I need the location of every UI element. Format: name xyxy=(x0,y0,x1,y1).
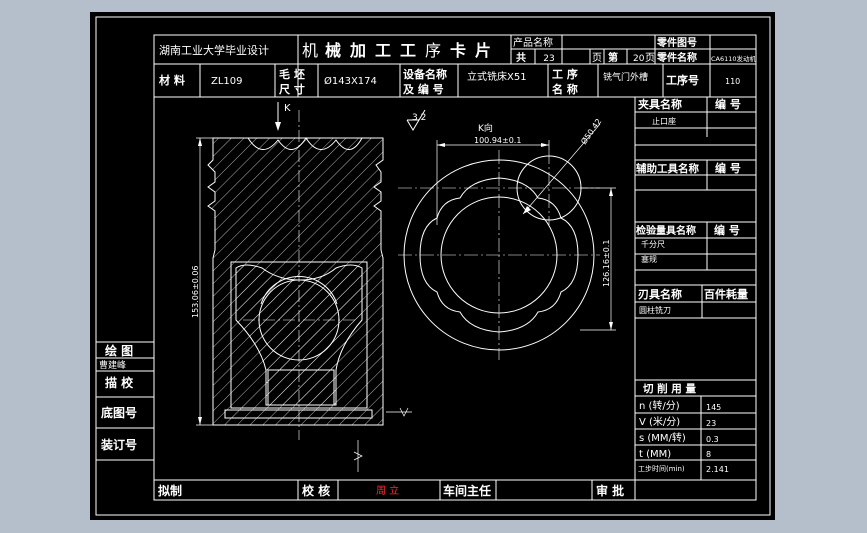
total-label: 共 xyxy=(516,51,526,64)
fixture-no-header: 编 号 xyxy=(715,97,741,111)
material-label: 材 料 xyxy=(159,73,185,87)
aux-tool-no-header: 编 号 xyxy=(715,161,741,175)
width-dimension: 100.94±0.1 xyxy=(474,136,521,145)
approval-label: 审 批 xyxy=(596,483,624,498)
view-arrow-label: K xyxy=(284,103,291,114)
base-drawing-label: 底图号 xyxy=(101,405,137,420)
gauge-no-header: 编 号 xyxy=(714,223,740,237)
gauge-item: 塞规 xyxy=(641,254,657,264)
part-drawing-label: 零件图号 xyxy=(656,36,697,49)
card-title-char: 工 xyxy=(400,41,416,60)
workshop-director-label: 车间主任 xyxy=(443,483,491,498)
gauge-name-header: 检验量具名称 xyxy=(636,224,696,237)
cut-param-value: 0.3 xyxy=(706,435,719,444)
page-number: 20 xyxy=(633,54,645,64)
process-no-value: 110 xyxy=(725,77,740,86)
blank-size-label-1: 毛 坯 xyxy=(279,67,305,81)
binding-label: 装订号 xyxy=(100,437,137,452)
drafter-label: 拟制 xyxy=(158,483,182,498)
cut-param-value: 8 xyxy=(706,450,711,459)
fixture-item: 止口座 xyxy=(652,116,676,126)
cut-param-label: 工步时间(min) xyxy=(638,464,685,473)
cut-param-label: s (MM/转) xyxy=(639,431,686,444)
cut-param-value: 23 xyxy=(706,419,716,428)
part-name-label: 零件名称 xyxy=(656,51,697,64)
school-name: 湖南工业大学毕业设计 xyxy=(159,43,269,57)
aux-tool-name-header: 辅助工具名称 xyxy=(636,162,699,175)
card-title-char: 械 xyxy=(325,41,341,60)
material-value: ZL109 xyxy=(211,76,243,87)
checker-signature: 周 立 xyxy=(376,484,399,497)
total-pages: 23 xyxy=(543,54,554,64)
cutter-consumption-header: 百件耗量 xyxy=(704,287,748,301)
cut-param-value: 145 xyxy=(706,403,721,412)
roughness-value: 3.2 xyxy=(412,113,426,123)
cutting-params-header: 切 削 用 量 xyxy=(643,382,696,395)
trace-label: 描 校 xyxy=(105,375,134,390)
process-card-drawing: 湖南工业大学毕业设计 机 械 加 工 工 序 卡 片 产品名称 零件图号 共 2… xyxy=(90,12,775,520)
part-name-value: CA6110发动机 xyxy=(711,54,757,63)
card-title-char: 卡 xyxy=(450,41,466,60)
process-name-value: 铣气门外槽 xyxy=(603,71,648,83)
page-label: 第 xyxy=(608,51,618,64)
cut-param-label: n (转/分) xyxy=(639,399,680,412)
gauge-item: 千分尺 xyxy=(641,239,665,249)
cut-param-label: V (米/分) xyxy=(639,415,680,428)
cutter-item: 圆柱铣刀 xyxy=(639,305,671,315)
page-unit: 页 xyxy=(592,52,602,64)
checker-label: 校 核 xyxy=(302,483,330,498)
blank-size-label-2: 尺 寸 xyxy=(279,82,305,96)
card-title-char: 序 xyxy=(425,41,441,60)
equipment-value: 立式铣床X51 xyxy=(467,70,527,83)
cut-param-value: 2.141 xyxy=(706,465,729,474)
equipment-label-2: 及 编 号 xyxy=(403,82,444,96)
process-no-label: 工序号 xyxy=(666,73,699,87)
height-dimension: 153.06±0.06 xyxy=(191,265,200,318)
view-title: K向 xyxy=(478,122,493,134)
card-title-char: 片 xyxy=(475,41,491,60)
cutter-name-header: 刃具名称 xyxy=(638,287,682,301)
piston-section-view: K 153.06±0.06 xyxy=(191,102,412,472)
card-title-char: 机 xyxy=(302,41,318,60)
blank-size-value: Ø143X174 xyxy=(324,75,377,87)
vertical-dimension: 126.16±0.1 xyxy=(602,240,611,287)
page-unit-2: 页 xyxy=(645,52,655,64)
draw-label: 绘 图 xyxy=(105,343,133,358)
card-title-char: 加 xyxy=(349,41,366,60)
process-name-label-1: 工 序 xyxy=(552,67,578,81)
cut-param-label: t (MM) xyxy=(639,449,671,460)
product-name-label: 产品名称 xyxy=(513,36,553,49)
equipment-label-1: 设备名称 xyxy=(403,67,447,81)
process-name-label-2: 名 称 xyxy=(552,82,578,96)
fixture-name-header: 夹具名称 xyxy=(638,97,682,111)
card-title-char: 工 xyxy=(375,41,391,60)
drafter-name: 曹建峰 xyxy=(99,359,126,371)
